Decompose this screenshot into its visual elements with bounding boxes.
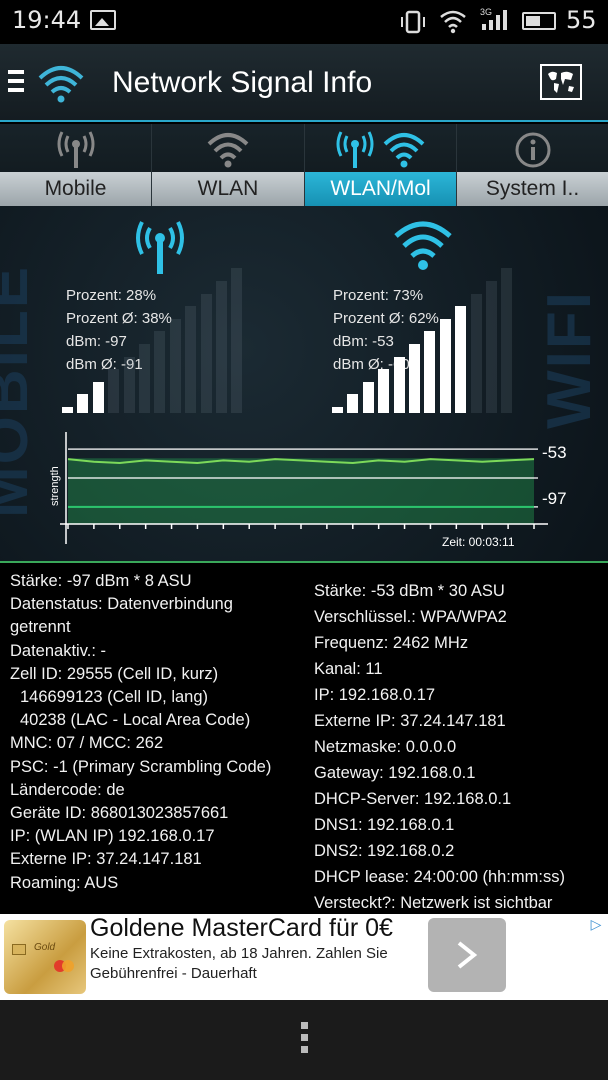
- tab-label: WLAN/Mol: [305, 172, 456, 206]
- status-bar: 19:44 3G 55: [0, 0, 608, 44]
- info-line: getrennt: [10, 618, 71, 637]
- info-icon: [515, 132, 550, 168]
- tab-label: WLAN: [152, 172, 304, 206]
- status-time: 19:44: [12, 6, 82, 34]
- wifi-icon: [207, 133, 249, 168]
- battery-level: 55: [566, 6, 597, 34]
- overflow-menu-icon[interactable]: [296, 1022, 312, 1058]
- ad-banner[interactable]: Gold Goldene MasterCard für 0€ Keine Ext…: [0, 914, 608, 1000]
- network-type: 3G: [480, 7, 492, 17]
- world-map-icon[interactable]: [540, 64, 582, 100]
- tab-bar: Mobile WLAN WLAN/Mol System I..: [0, 124, 608, 206]
- page-title: Network Signal Info: [112, 66, 373, 99]
- battery-icon: [522, 12, 556, 30]
- tab-system-info[interactable]: System I..: [457, 124, 608, 206]
- chevron-right-icon: [457, 941, 478, 969]
- info-line: Kanal: 11: [314, 660, 383, 678]
- ad-description[interactable]: Keine Extrakosten, ab 18 Jahren. Zahlen …: [90, 944, 420, 984]
- tab-label: Mobile: [0, 172, 151, 206]
- ad-choices-icon[interactable]: ▷: [586, 916, 606, 936]
- signal-graph-panel: MOBILE WIFI Prozent: 28% Prozent Ø: 38% …: [0, 206, 608, 562]
- info-line: DHCP-Server: 192.168.0.1: [314, 790, 512, 808]
- info-line: Stärke: -53 dBm * 30 ASU: [314, 582, 505, 600]
- info-line: Ländercode: de: [10, 780, 125, 799]
- time-label: Zeit: 00:03:11: [442, 535, 515, 549]
- info-line: Externe IP: 37.24.147.181: [314, 712, 506, 730]
- app-logo-wifi-icon: [38, 66, 84, 103]
- info-line: Externe IP: 37.24.147.181: [10, 850, 202, 869]
- info-line: Netzmaske: 0.0.0.0: [314, 738, 457, 756]
- info-line: Zell ID: 29555 (Cell ID, kurz): [10, 664, 219, 683]
- info-line: 146699123 (Cell ID, lang): [20, 688, 209, 707]
- info-line: PSC: -1 (Primary Scrambling Code): [10, 757, 272, 776]
- gold-card-image[interactable]: Gold: [4, 920, 86, 994]
- wifi-status-icon: [440, 10, 466, 34]
- wifi-end-label: -53: [542, 443, 567, 462]
- info-line: Datenaktiv.: -: [10, 641, 106, 660]
- info-line: MNC: 07 / MCC: 262: [10, 734, 164, 753]
- info-line: Frequenz: 2462 MHz: [314, 634, 469, 652]
- info-line: DHCP lease: 24:00:00 (hh:mm:ss): [314, 868, 565, 886]
- gallery-notification-icon: [90, 10, 116, 30]
- mobile-end-label: -97: [542, 489, 567, 508]
- strength-line-chart: strength -53 -97 Zeit: 00:03:11: [49, 432, 567, 549]
- info-line: Verschlüssel.: WPA/WPA2: [314, 608, 507, 626]
- tab-mobile[interactable]: Mobile: [0, 124, 152, 206]
- tab-wlan-mobile[interactable]: WLAN/Mol: [305, 124, 457, 206]
- info-line: DNS2: 192.168.0.2: [314, 842, 455, 860]
- tab-label: System I..: [457, 172, 608, 206]
- info-line: IP: (WLAN IP) 192.168.0.17: [10, 827, 215, 846]
- cell-tower-icon: [57, 131, 94, 168]
- cell-tower-wifi-icon: [336, 131, 424, 168]
- info-line: Stärke: -97 dBm * 8 ASU: [10, 572, 192, 590]
- app-bar: Network Signal Info: [0, 44, 608, 122]
- y-axis-label: strength: [49, 466, 61, 506]
- wlan-info-list: Stärke: -53 dBm * 30 ASU Verschlüssel.: W…: [314, 578, 604, 916]
- tab-wlan[interactable]: WLAN: [152, 124, 305, 206]
- page-dot[interactable]: [222, 982, 238, 998]
- vibrate-icon: [401, 10, 425, 34]
- info-line: IP: 192.168.0.17: [314, 686, 436, 704]
- info-line: Gateway: 192.168.0.1: [314, 764, 476, 782]
- info-line: Roaming: AUS: [10, 873, 119, 892]
- divider: [0, 561, 608, 563]
- info-line: Datenstatus: Datenverbindung: [10, 595, 233, 614]
- chart-area: [68, 458, 534, 524]
- mobile-info-list: Stärke: -97 dBm * 8 ASU Datenstatus: Date…: [10, 570, 305, 895]
- ad-next-button[interactable]: [428, 918, 506, 992]
- cell-signal-icon: 3G: [480, 7, 507, 30]
- page-dot[interactable]: [256, 982, 272, 998]
- hamburger-icon[interactable]: [8, 70, 24, 97]
- info-line: Versteckt?: Netzwerk ist sichtbar: [314, 894, 553, 912]
- card-text: Gold: [34, 942, 56, 953]
- info-line: Geräte ID: 868013023857661: [10, 804, 229, 823]
- info-line: 40238 (LAC - Local Area Code): [20, 711, 251, 730]
- info-line: DNS1: 192.168.0.1: [314, 816, 455, 834]
- navigation-bar: [0, 1000, 608, 1080]
- ad-title[interactable]: Goldene MasterCard für 0€: [90, 914, 393, 943]
